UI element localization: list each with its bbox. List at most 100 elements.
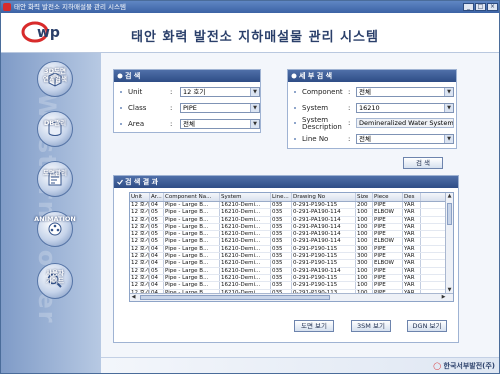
table-cell: 12 호기	[131, 245, 150, 253]
table-row[interactable]: 12 호기 05 Pipe - Large B... 16210-Demi... 035…	[130, 223, 453, 232]
table-cell: PIPE	[373, 231, 403, 238]
table-cell: YAR	[403, 282, 421, 289]
sidebar-item-3d-search[interactable]: 3D도면 연계검색	[31, 61, 79, 103]
table-header: Unit Ar... Component Na... System Line... Dra…	[130, 193, 453, 202]
chevron-down-icon[interactable]: ▼	[250, 120, 259, 128]
class-select[interactable]: PIPE ▼	[180, 103, 260, 113]
search-panel-title: 검 색	[125, 72, 141, 80]
bullet	[120, 107, 122, 109]
table-cell: 0-291-P190-115	[292, 274, 356, 282]
bullet	[120, 123, 122, 125]
detail-panel-icon	[291, 73, 297, 79]
column-header[interactable]: Drawing No	[292, 193, 356, 201]
view-dgn-button[interactable]: DGN 보기	[407, 320, 447, 332]
table-cell: 12 호기	[131, 267, 150, 274]
detail-panel-title: 세 부 검 색	[299, 72, 333, 80]
table-cell: 0-291-P190-115	[292, 202, 356, 209]
table-row[interactable]: 12 호기 05 Pipe - Large B... 16210-Demi... 035…	[130, 209, 453, 217]
footer-brand: ◯ 한국서부발전(주)	[433, 361, 495, 371]
sidebar-item-db[interactable]: DB관리	[31, 111, 79, 153]
table-cell: 100	[356, 231, 373, 238]
table-cell: 16210-Demi...	[220, 260, 271, 267]
table-cell: 0-291-P190-115	[292, 253, 356, 260]
unit-value: 12 호기	[183, 88, 206, 96]
sidebar-item-animation[interactable]: ANIMATION	[31, 211, 79, 253]
colon: :	[348, 104, 351, 112]
view-3sm-button[interactable]: 3SM 보기	[351, 320, 391, 332]
table-cell: 12 호기	[131, 260, 150, 267]
table-cell: YAR	[403, 202, 421, 209]
sidebar-item-label: 3D도면 연계검색	[43, 67, 67, 83]
scroll-right-icon[interactable]: ▶	[440, 294, 447, 301]
results-panel-header: 검 색 결 과	[114, 176, 458, 188]
table-row[interactable]: 12 호기04Pipe - Large B...16210-Demi...035…	[130, 274, 453, 283]
chevron-down-icon[interactable]: ▼	[444, 135, 453, 143]
app-window: 태안 화력 발전소 지하매설물 관리 시스템 _ □ × wp 태안 화력 발전…	[0, 0, 500, 374]
column-header[interactable]: Ar...	[150, 193, 164, 201]
system-select[interactable]: 16210 ▼	[356, 103, 454, 113]
line-no-select[interactable]: 전체 ▼	[356, 134, 454, 144]
table-cell: 035	[271, 267, 292, 274]
area-row: Area : 전체 ▼	[120, 118, 260, 130]
unit-select[interactable]: 12 호기 ▼	[180, 87, 260, 97]
table-row[interactable]: 12 호기 05 Pipe - Large B... 16210-Demi... 035…	[130, 267, 453, 275]
scroll-thumb[interactable]	[140, 295, 330, 300]
table-cell: YAR	[403, 231, 421, 238]
minimize-button[interactable]: _	[463, 3, 474, 11]
table-row[interactable]: 12 호기04Pipe - Large B...16210-Demi...035…	[130, 202, 453, 210]
horizontal-scrollbar[interactable]: ◀ ▶	[130, 293, 453, 301]
column-header[interactable]: System	[220, 193, 271, 201]
maximize-button[interactable]: □	[475, 3, 486, 11]
table-cell: YAR	[403, 216, 421, 223]
sidebar-item-user-guide[interactable]: 사용자 가이드	[31, 263, 79, 305]
vertical-scrollbar[interactable]: ▲ ▼	[445, 193, 453, 294]
table-cell: 05	[150, 267, 164, 274]
search-panel-header: 검 색	[114, 70, 260, 82]
table-cell: YAR	[403, 223, 421, 231]
class-value: PIPE	[183, 104, 197, 112]
column-header[interactable]: Size	[356, 193, 373, 201]
chevron-down-icon[interactable]: ▼	[444, 88, 453, 96]
sidebar-item-label: 사용자 가이드	[46, 269, 64, 285]
table-row[interactable]: 12 호기04Pipe - Large B...16210-Demi...035…	[130, 260, 453, 268]
results-table[interactable]: Unit Ar... Component Na... System Line... Dra…	[129, 192, 454, 302]
table-cell: 12 호기	[131, 209, 150, 216]
table-row[interactable]: 12 호기04Pipe - Large B...16210-Demi...035…	[130, 245, 453, 254]
area-select[interactable]: 전체 ▼	[180, 119, 260, 129]
colon: :	[170, 120, 173, 128]
search-button[interactable]: 검 색	[403, 157, 443, 169]
column-header[interactable]: Unit	[130, 193, 150, 201]
table-row[interactable]: 12 호기04Pipe - Large B...16210-Demi...035…	[130, 253, 453, 261]
table-row[interactable]: 12 호기04Pipe - Large B...16210-Demi...035…	[130, 282, 453, 290]
table-row[interactable]: 12 호기 05 Pipe - Large B... 16210-Demi... 035…	[130, 238, 453, 246]
sidebar-item-drawings[interactable]: 도면관리	[31, 161, 79, 203]
table-cell: 0-291-P190-115	[292, 245, 356, 253]
table-row[interactable]: 12 호기 05 Pipe - Large B... 16210-Demi... 035…	[130, 231, 453, 239]
column-header[interactable]: Des	[403, 193, 421, 201]
table-cell: 12 호기	[131, 238, 150, 245]
area-label: Area	[128, 120, 145, 128]
chevron-down-icon[interactable]: ▼	[250, 104, 259, 112]
table-cell: YAR	[403, 253, 421, 260]
column-header[interactable]: Line...	[271, 193, 292, 201]
table-cell: 100	[356, 282, 373, 289]
table-cell: PIPE	[373, 274, 403, 282]
table-cell: PIPE	[373, 223, 403, 231]
scroll-thumb[interactable]	[447, 203, 452, 225]
column-header[interactable]: Component Na...	[164, 193, 220, 201]
scroll-left-icon[interactable]: ◀	[130, 294, 137, 301]
table-cell: ELBOW	[373, 260, 403, 267]
chevron-down-icon[interactable]: ▼	[250, 88, 259, 96]
table-cell: 100	[356, 209, 373, 216]
table-row[interactable]: 12 호기 05 Pipe - Large B... 16210-Demi... 035…	[130, 216, 453, 224]
view-drawing-button[interactable]: 도면 보기	[294, 320, 334, 332]
table-cell: ELBOW	[373, 209, 403, 216]
unit-row: Unit : 12 호기 ▼	[120, 86, 260, 98]
column-header[interactable]: Piece	[373, 193, 403, 201]
close-button[interactable]: ×	[487, 3, 498, 11]
footer-brand-text: 한국서부발전(주)	[443, 362, 495, 370]
bullet	[294, 122, 296, 124]
component-select[interactable]: 전체 ▼	[356, 87, 454, 97]
scroll-up-icon[interactable]: ▲	[446, 193, 453, 200]
chevron-down-icon[interactable]: ▼	[444, 104, 453, 112]
